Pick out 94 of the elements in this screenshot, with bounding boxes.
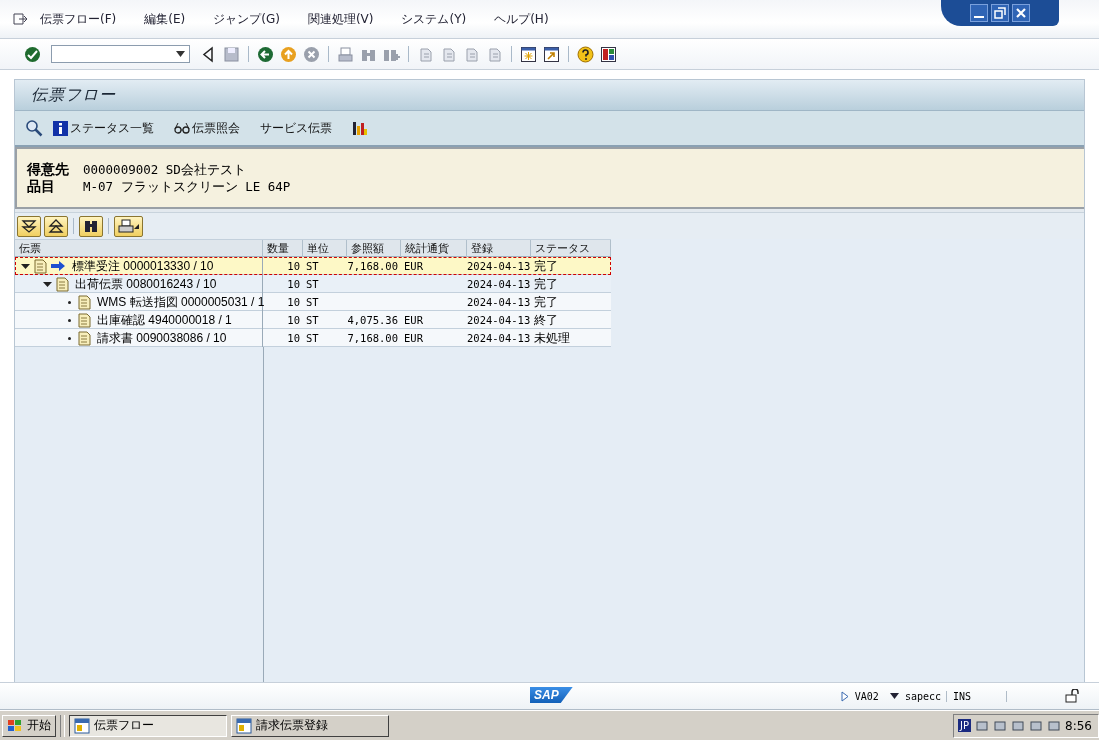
input-mode: INS	[953, 690, 1007, 702]
print-icon	[118, 219, 134, 233]
table-cell-text: 完了	[533, 275, 559, 293]
document-text[interactable]: WMS 転送指図 0000005031 / 1	[94, 293, 265, 311]
table-cell-text: EUR	[403, 260, 424, 272]
field-value: 0000009002 SD会社テスト	[83, 161, 246, 178]
expand-all-button[interactable]	[17, 215, 41, 237]
table-cell-text: ST	[305, 260, 320, 272]
system-name: sapecc	[904, 690, 947, 702]
table-cell-text: ST	[305, 278, 320, 290]
dropdown-icon	[176, 51, 185, 57]
layout-icon[interactable]	[600, 45, 617, 63]
document-icon	[55, 276, 69, 292]
window-icon	[74, 717, 90, 734]
menu-item[interactable]: ヘルプ(H)	[494, 10, 549, 28]
document-icon	[33, 258, 47, 274]
document-text[interactable]: 出荷伝票 0080016243 / 10	[72, 275, 217, 293]
collapse-all-button[interactable]	[44, 215, 68, 237]
table-cell-text: 10	[286, 332, 301, 344]
table-cell-text: EUR	[403, 314, 424, 326]
menu-item[interactable]: 編集(E)	[144, 10, 186, 28]
shortcut-icon[interactable]	[543, 45, 560, 63]
table-cell: 2024-04-13	[467, 314, 531, 326]
document-text[interactable]: 請求書 0090038086 / 10	[94, 329, 227, 347]
find-icon	[83, 219, 99, 233]
document-text[interactable]: 出庫確認 4940000018 / 1	[94, 311, 232, 329]
table-cell-text: 10	[286, 314, 301, 326]
menu-item[interactable]: 伝票フロー(F)	[40, 10, 117, 28]
expand-arrow-icon[interactable]	[43, 279, 52, 289]
table-cell: 2024-04-13	[467, 260, 531, 272]
document-icon	[77, 312, 91, 328]
table-cell-text: 10	[286, 296, 301, 308]
expand-all-icon	[21, 219, 37, 233]
table-cell-text: 未処理	[533, 329, 571, 347]
table-cell-text: 終了	[533, 311, 559, 329]
checkmark-icon[interactable]	[24, 45, 41, 63]
selected-row[interactable]: 標準受注 0000013330 / 10 10 ST 7,168.00 EUR 2024-04-13 完了	[15, 257, 611, 275]
info-icon	[53, 120, 68, 136]
taskbar-button[interactable]: 請求伝票登録	[231, 714, 389, 737]
dropdown-icon[interactable]	[889, 693, 899, 699]
expand-triangle-icon[interactable]	[840, 690, 849, 702]
field-label: 品目	[27, 178, 56, 195]
table-cell-text: 10	[286, 260, 301, 272]
toolbar-button[interactable]: ステータス一覧	[53, 119, 154, 137]
back-icon[interactable]	[257, 45, 274, 63]
table-cell-text: 4,075.36	[347, 314, 399, 326]
document-icon	[77, 294, 91, 310]
dropdown-icon	[134, 223, 139, 229]
toolbar-button[interactable]: サービス伝票	[260, 119, 332, 137]
document-text[interactable]: 標準受注 0000013330 / 10	[69, 257, 214, 275]
menu-icon[interactable]	[12, 12, 28, 26]
new-session-icon[interactable]	[520, 45, 537, 63]
screen-title: 伝票フロー	[31, 84, 116, 106]
field-value: M-07 フラットスクリーン LE 64P	[83, 178, 291, 195]
document-icon	[77, 330, 91, 346]
table-cell: 2024-04-13	[467, 278, 531, 290]
taskbar-button[interactable]: 伝票フロー	[69, 714, 227, 737]
window-icon	[236, 717, 252, 734]
close-icon[interactable]	[1012, 4, 1030, 22]
lock-icon[interactable]	[1065, 689, 1079, 703]
clock: 8:56	[1065, 718, 1092, 733]
start-button[interactable]: 开始	[2, 714, 56, 737]
language-indicator[interactable]: JP	[958, 719, 972, 732]
menu-item[interactable]: 関連処理(V)	[307, 10, 374, 28]
table-cell-text: 7,168.00	[347, 332, 399, 344]
transaction-code: VA02	[854, 690, 880, 702]
cancel-icon[interactable]	[303, 45, 320, 63]
sap-logo: SAP	[530, 687, 573, 703]
table-cell-text: ST	[305, 332, 320, 344]
table-cell-text: ST	[305, 314, 320, 326]
collapse-all-icon	[48, 219, 64, 233]
table-cell-text: 7,168.00	[347, 260, 399, 272]
help-icon[interactable]	[577, 45, 594, 63]
table-cell-text: ST	[305, 296, 320, 308]
table-cell-text: 10	[286, 278, 301, 290]
command-field[interactable]	[51, 45, 190, 63]
minimize-icon[interactable]	[970, 4, 988, 22]
menu-item[interactable]: システム(Y)	[401, 10, 467, 28]
windows-logo-icon	[7, 718, 23, 733]
table-cell: 2024-04-13	[467, 332, 531, 344]
table-cell-text: 完了	[533, 293, 559, 311]
expand-arrow-icon[interactable]	[21, 261, 30, 271]
field-label: 得意先	[27, 161, 70, 178]
magnifier-icon[interactable]	[25, 119, 43, 137]
table-cell-text: EUR	[403, 332, 424, 344]
print-button[interactable]	[114, 215, 143, 237]
menu-item[interactable]: ジャンプ(G)	[213, 10, 280, 28]
table-cell: 2024-04-13	[467, 296, 531, 308]
toolbar-button[interactable]: 伝票照会	[174, 119, 240, 137]
restore-icon[interactable]	[991, 4, 1009, 22]
table-cell-text: 完了	[533, 257, 559, 275]
bar-chart-icon[interactable]	[352, 120, 368, 136]
glasses-icon	[174, 122, 190, 134]
find-button[interactable]	[79, 215, 103, 237]
